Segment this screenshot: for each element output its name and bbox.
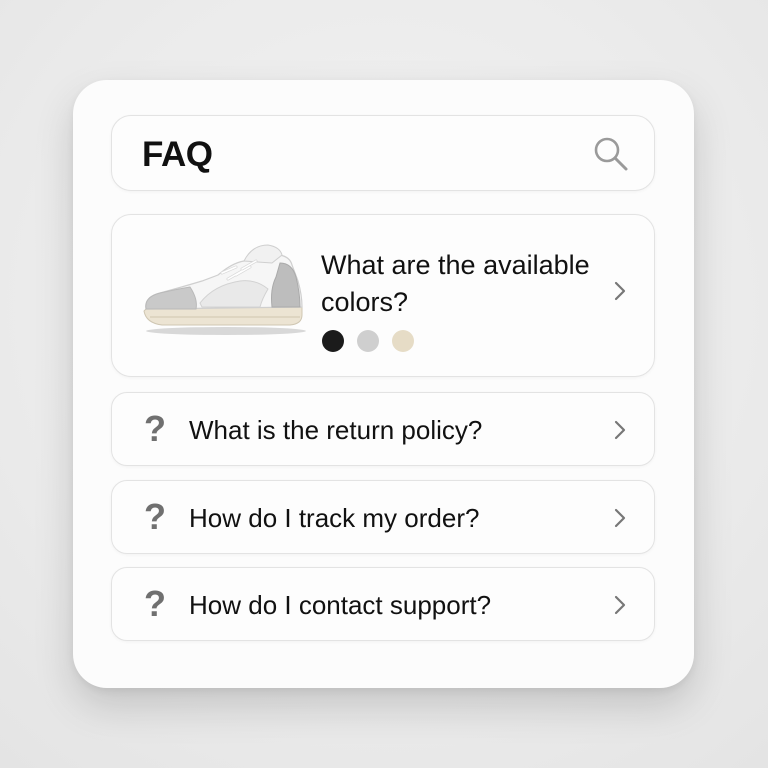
chevron-right-icon [614,508,626,528]
faq-item-label: How do I contact support? [189,590,492,620]
faq-search-bar[interactable]: FAQ [111,115,655,191]
faq-item-label: How do I track my order? [189,503,480,533]
question-icon: ? [144,583,166,624]
featured-faq-item[interactable]: What are the available colors? [111,214,655,377]
question-icon: ? [144,496,166,537]
sneaker-image [143,244,306,335]
faq-card: FAQ What are the available colors? ? Wha… [73,80,694,688]
featured-question: What are the available colors? [321,250,590,317]
chevron-right-icon [614,595,626,615]
page-title: FAQ [142,135,213,174]
chevron-right-icon [614,420,626,440]
question-icon: ? [144,408,166,449]
color-swatches [322,330,414,352]
swatch-cream[interactable] [392,330,414,352]
background: FAQ What are the available colors? ? Wha… [0,0,768,768]
swatch-black[interactable] [322,330,344,352]
swatch-gray[interactable] [357,330,379,352]
search-icon[interactable] [592,135,630,173]
faq-item-label: What is the return policy? [189,415,483,445]
chevron-right-icon [614,281,626,301]
faq-item-return-policy[interactable]: ? What is the return policy? [111,392,655,466]
faq-item-contact-support[interactable]: ? How do I contact support? [111,567,655,641]
faq-item-track-order[interactable]: ? How do I track my order? [111,480,655,554]
